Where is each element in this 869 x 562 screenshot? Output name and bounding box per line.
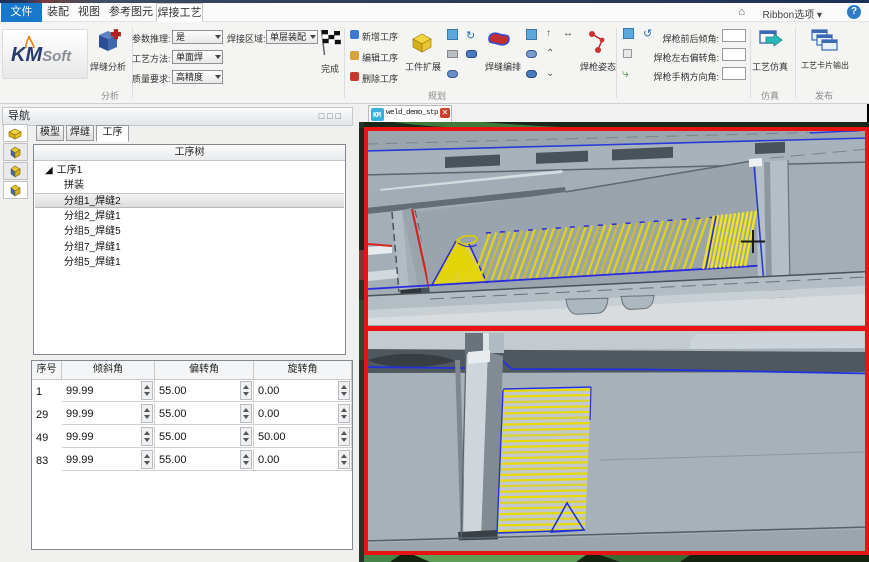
svg-text:KM: KM [373,112,381,120]
